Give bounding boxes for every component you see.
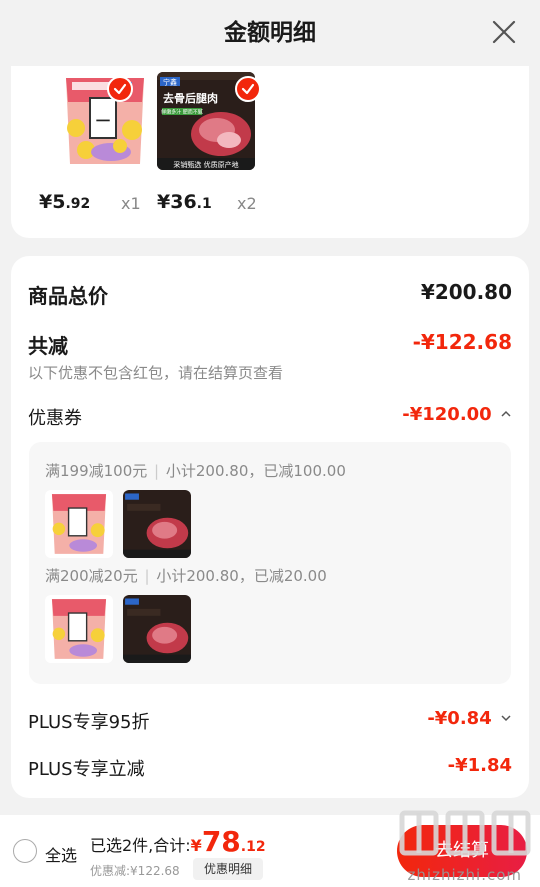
reduce-value: -¥122.68 <box>412 330 512 354</box>
select-all-radio[interactable] <box>13 839 37 863</box>
plus-discount-label: PLUS专享95折 <box>28 712 150 733</box>
coupon-line: 满199减100元 | 小计200.80，已减100.00 <box>45 462 346 480</box>
coupon-label: 优惠券 <box>28 408 82 429</box>
coupon-name: 满199减100元 <box>45 462 148 480</box>
coupon-value: -¥120.00 <box>402 404 492 425</box>
product-item[interactable]: 宁鑫 去骨后腿肉 鲜嫩多汁 肥而不腻 采销甄选 优质原产地 ¥36.1 x2 <box>151 66 301 238</box>
page-title: 金额明细 <box>224 20 316 46</box>
product-strip: 一 ¥5.92 x1 宁鑫 去骨后腿肉 鲜嫩多汁 肥而不腻 采销甄选 优质原产地… <box>11 66 529 238</box>
amount-detail-card: 商品总价 ¥200.80 共减 -¥122.68 以下优惠不包含红包，请在结算页… <box>11 256 529 798</box>
check-icon <box>107 76 133 102</box>
coupon-line: 满200减20元 | 小计200.80，已减20.00 <box>45 567 327 585</box>
svg-text:一: 一 <box>96 114 110 130</box>
discount-detail-button[interactable]: 优惠明细 <box>193 858 263 880</box>
product-image-title: 去骨后腿肉 <box>163 91 218 105</box>
plus-discount-toggle[interactable]: -¥0.84 <box>427 708 512 729</box>
plus-reduce-label: PLUS专享立减 <box>28 759 145 780</box>
chevron-down-icon <box>501 715 511 722</box>
watermark-text: zhizhizhi.com <box>407 866 522 884</box>
coupon-detail: 小计200.80，已减20.00 <box>156 567 327 585</box>
total-label: 商品总价 <box>28 284 108 308</box>
selected-count: 已选2件,合计: <box>90 836 191 855</box>
price-major: ¥5 <box>39 191 66 213</box>
total-summary: 已选2件,合计:¥78.12 <box>90 825 266 858</box>
product-image-banner: 采销甄选 优质原产地 <box>173 160 238 169</box>
total-currency: ¥ <box>190 836 202 855</box>
plus-reduce-value: -¥1.84 <box>447 755 512 776</box>
product-price: ¥36.1 <box>157 191 212 213</box>
coupon-thumb-meat <box>123 490 191 558</box>
price-minor: .92 <box>65 196 91 212</box>
coupon-name: 满200减20元 <box>45 567 138 585</box>
price-major: ¥36 <box>157 191 197 213</box>
coupon-thumb-snack <box>45 490 113 558</box>
coupon-thumb-meat <box>123 595 191 663</box>
product-qty: x2 <box>237 194 257 213</box>
product-image-snack: 一 <box>56 72 154 170</box>
coupon-thumb-snack <box>45 595 113 663</box>
product-price: ¥5.92 <box>39 191 90 213</box>
product-qty: x1 <box>121 194 141 213</box>
select-all-label[interactable]: 全选 <box>45 842 77 866</box>
discount-summary: 优惠减:¥122.68 <box>90 864 180 878</box>
price-minor: .1 <box>196 196 212 212</box>
total-value: ¥200.80 <box>420 280 512 304</box>
product-item[interactable]: 一 ¥5.92 x1 <box>11 66 161 238</box>
total-minor: .12 <box>240 839 266 855</box>
total-major: 78 <box>201 825 241 858</box>
discount-note: 以下优惠不包含红包，请在结算页查看 <box>28 364 284 382</box>
coupon-detail-box: 满199减100元 | 小计200.80，已减100.00 满200减20元 |… <box>29 442 511 684</box>
chevron-up-icon <box>501 410 511 417</box>
brand-logo-text: 宁鑫 <box>163 78 177 87</box>
modal-header: 金额明细 <box>0 0 540 66</box>
reduce-label: 共减 <box>28 334 68 358</box>
plus-discount-value: -¥0.84 <box>427 708 492 729</box>
close-icon[interactable] <box>488 16 520 48</box>
coupon-toggle[interactable]: -¥120.00 <box>402 404 512 425</box>
check-icon <box>235 76 261 102</box>
coupon-detail: 小计200.80，已减100.00 <box>165 462 346 480</box>
product-image-subtitle: 鲜嫩多汁 肥而不腻 <box>161 109 203 116</box>
watermark: zhizhizhi.com <box>390 795 540 887</box>
